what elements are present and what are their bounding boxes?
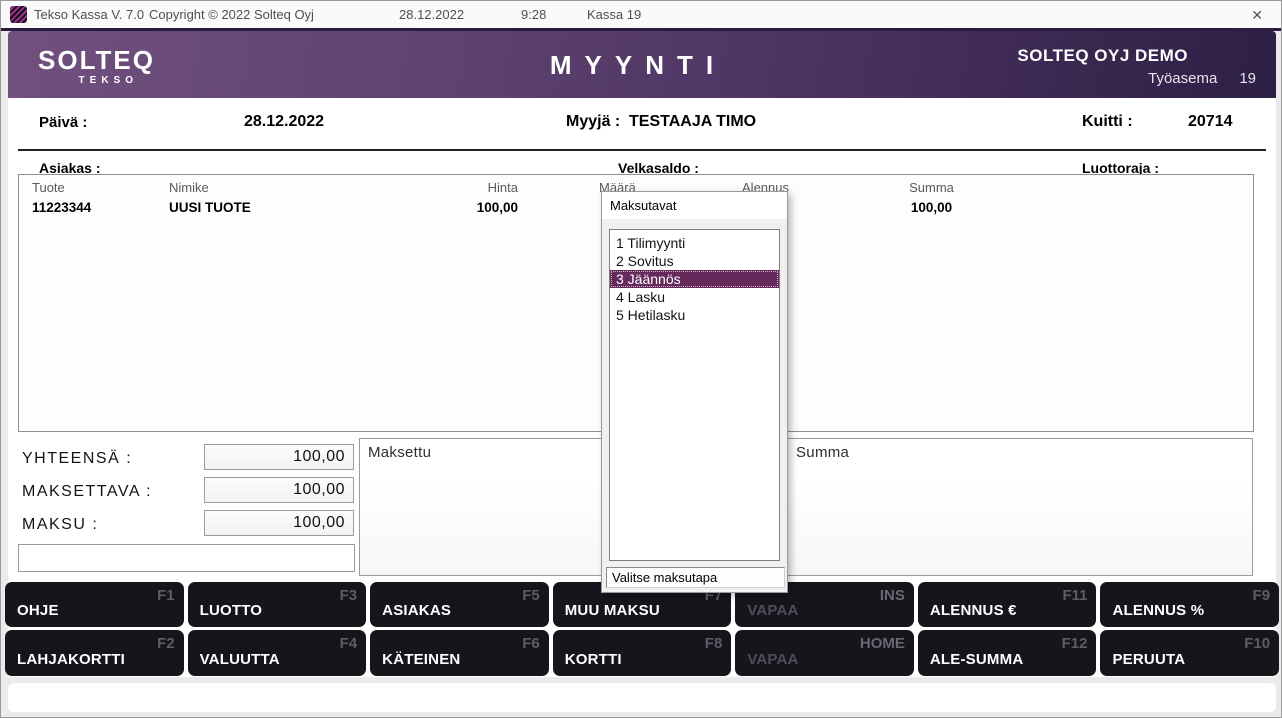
kateinen-key: F6 — [522, 635, 540, 652]
seller-value: TESTAAJA TIMO — [629, 113, 756, 131]
alennus-euro-key: F11 — [1062, 587, 1087, 604]
asiakas-button[interactable]: ASIAKAS F5 — [370, 582, 549, 627]
alennus-euro-label: ALENNUS € — [930, 602, 1017, 619]
date-value: 28.12.2022 — [244, 113, 324, 131]
total-label: YHTEENSÄ : — [22, 450, 132, 468]
header-separator — [18, 149, 1266, 151]
vapaa-home-button: VAPAA HOME — [735, 630, 914, 676]
row-product-name: UUSI TUOTE — [169, 200, 251, 215]
ale-summa-label: ALE-SUMMA — [930, 651, 1023, 668]
payable-value-field: 100,00 — [204, 477, 354, 503]
alennus-euro-button[interactable]: ALENNUS € F11 — [918, 582, 1097, 627]
kortti-key: F8 — [705, 635, 723, 652]
asiakas-label: ASIAKAS — [382, 602, 451, 619]
lahjakortti-label: LAHJAKORTTI — [17, 651, 125, 668]
list-item-lasku[interactable]: 4 Lasku — [610, 288, 779, 306]
receipt-label: Kuitti : — [1082, 113, 1133, 131]
lahjakortti-button[interactable]: LAHJAKORTTI F2 — [5, 630, 184, 676]
bottom-input-strip[interactable] — [8, 683, 1276, 712]
asiakas-key: F5 — [522, 587, 540, 604]
alennus-pct-key: F9 — [1253, 587, 1271, 604]
kortti-button[interactable]: KORTTI F8 — [553, 630, 732, 676]
col-header-hinta: Hinta — [432, 180, 518, 195]
seller-label: Myyjä : — [566, 113, 620, 131]
function-row-2: LAHJAKORTTI F2 VALUUTTA F4 KÄTEINEN F6 K… — [5, 630, 1279, 676]
sum-panel: Summa — [787, 438, 1253, 576]
app-window: Tekso Kassa V. 7.0 Copyright © 2022 Solt… — [0, 0, 1282, 718]
dialog-titlebar[interactable]: Maksutavat — [602, 192, 787, 219]
peruuta-label: PERUUTA — [1112, 651, 1185, 668]
valuutta-key: F4 — [340, 635, 358, 652]
dialog-status-bar: Valitse maksutapa — [606, 567, 785, 588]
ohje-button[interactable]: OHJE F1 — [5, 582, 184, 627]
kateinen-button[interactable]: KÄTEINEN F6 — [370, 630, 549, 676]
row-price: 100,00 — [432, 200, 518, 215]
vapaa-home-key: HOME — [860, 635, 905, 652]
alennus-pct-label: ALENNUS % — [1112, 602, 1204, 619]
col-header-nimike: Nimike — [169, 180, 209, 195]
workstation-info: Työasema 19 — [1148, 70, 1256, 87]
workstation-number: 19 — [1239, 70, 1256, 87]
ale-summa-key: F12 — [1062, 635, 1088, 652]
payment-label: MAKSU : — [22, 516, 98, 534]
list-item-sovitus[interactable]: 2 Sovitus — [610, 252, 779, 270]
app-icon — [10, 6, 27, 23]
brand-header: SOLTEQ TEKSO MYYNTI SOLTEQ OYJ DEMO Työa… — [8, 31, 1276, 98]
col-header-summa: Summa — [879, 180, 984, 195]
dialog-title: Maksutavat — [610, 198, 676, 213]
titlebar-date: 28.12.2022 — [399, 7, 464, 22]
payable-label: MAKSETTAVA : — [22, 483, 152, 501]
app-title: Tekso Kassa V. 7.0 — [34, 7, 144, 22]
muu-maksu-label: MUU MAKSU — [565, 602, 660, 619]
kortti-label: KORTTI — [565, 651, 622, 668]
luotto-label: LUOTTO — [200, 602, 263, 619]
lahjakortti-key: F2 — [157, 635, 175, 652]
entry-input[interactable] — [18, 544, 355, 572]
total-value-field: 100,00 — [204, 444, 354, 470]
date-label: Päivä : — [39, 114, 87, 131]
payment-methods-listbox: 1 Tilimyynti 2 Sovitus 3 Jäännös 4 Lasku… — [609, 229, 780, 561]
ale-summa-button[interactable]: ALE-SUMMA F12 — [918, 630, 1097, 676]
titlebar-time: 9:28 — [521, 7, 546, 22]
vapaa-ins-label: VAPAA — [747, 602, 798, 619]
titlebar: Tekso Kassa V. 7.0 Copyright © 2022 Solt… — [1, 1, 1281, 28]
copyright-text: Copyright © 2022 Solteq Oyj — [149, 7, 314, 22]
col-header-tuote: Tuote — [32, 180, 65, 195]
list-item-hetilasku[interactable]: 5 Hetilasku — [610, 306, 779, 324]
peruuta-key: F10 — [1244, 635, 1270, 652]
paid-panel-label: Maksettu — [368, 444, 431, 461]
titlebar-register: Kassa 19 — [587, 7, 641, 22]
payment-value-field: 100,00 — [204, 510, 354, 536]
valuutta-label: VALUUTTA — [200, 651, 280, 668]
sum-panel-label: Summa — [796, 444, 849, 461]
ohje-label: OHJE — [17, 602, 59, 619]
kateinen-label: KÄTEINEN — [382, 651, 460, 668]
peruuta-button[interactable]: PERUUTA F10 — [1100, 630, 1279, 676]
list-item-tilimyynti[interactable]: 1 Tilimyynti — [610, 234, 779, 252]
luotto-key: F3 — [340, 587, 358, 604]
receipt-number: 20714 — [1188, 113, 1233, 131]
list-item-jaannos-selected[interactable]: 3 Jäännös — [610, 270, 779, 288]
alennus-pct-button[interactable]: ALENNUS % F9 — [1100, 582, 1279, 627]
company-name: SOLTEQ OYJ DEMO — [1017, 46, 1188, 66]
row-product-code: 11223344 — [32, 200, 91, 215]
workstation-label: Työasema — [1148, 70, 1217, 87]
close-icon[interactable]: ✕ — [1245, 5, 1269, 26]
valuutta-button[interactable]: VALUUTTA F4 — [188, 630, 367, 676]
ohje-key: F1 — [157, 587, 175, 604]
luotto-button[interactable]: LUOTTO F3 — [188, 582, 367, 627]
vapaa-home-label: VAPAA — [747, 651, 798, 668]
payment-methods-dialog: Maksutavat 1 Tilimyynti 2 Sovitus 3 Jään… — [601, 191, 788, 593]
vapaa-ins-key: INS — [880, 587, 905, 604]
row-sum: 100,00 — [879, 200, 984, 215]
